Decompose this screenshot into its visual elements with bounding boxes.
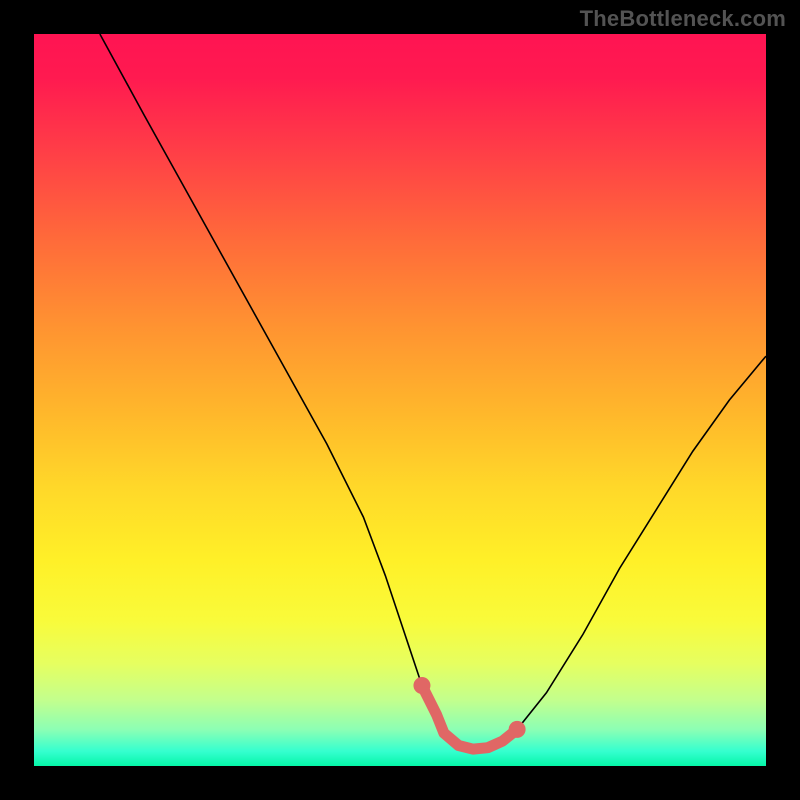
chart-frame: TheBottleneck.com xyxy=(0,0,800,800)
watermark-text: TheBottleneck.com xyxy=(580,6,786,32)
trough-highlight xyxy=(413,677,525,749)
plot-area xyxy=(34,34,766,766)
curve-layer xyxy=(34,34,766,766)
primary-curve xyxy=(100,34,766,749)
